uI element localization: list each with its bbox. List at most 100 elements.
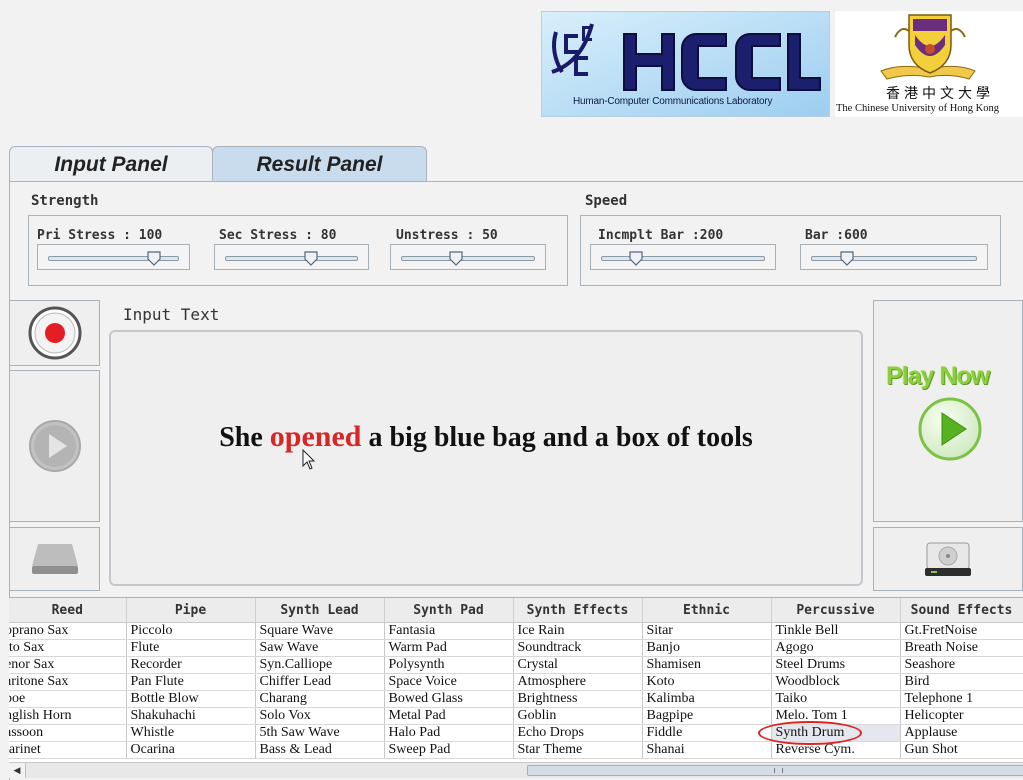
- tab-input-panel[interactable]: Input Panel: [9, 146, 213, 182]
- instrument-cell[interactable]: Seashore: [900, 656, 1023, 674]
- instrument-cell[interactable]: nglish Horn: [9, 707, 127, 725]
- slider-thumb-icon[interactable]: [839, 250, 855, 266]
- instrument-cell[interactable]: Halo Pad: [384, 724, 514, 742]
- column-header[interactable]: Synth Pad: [384, 598, 514, 623]
- table-row[interactable]: boeBottle BlowCharangBowed GlassBrightne…: [9, 690, 1023, 708]
- instrument-cell[interactable]: Piccolo: [126, 622, 256, 640]
- instrument-cell[interactable]: Bagpipe: [642, 707, 772, 725]
- table-row[interactable]: oprano Sax Piccolo Square Wave Fantasia Ice …: [9, 622, 1023, 640]
- instrument-cell[interactable]: Bass & Lead: [255, 741, 385, 759]
- column-header[interactable]: Synth Lead: [255, 598, 385, 623]
- instrument-cell[interactable]: Bottle Blow: [126, 690, 256, 708]
- instrument-cell[interactable]: Gun Shot: [900, 741, 1023, 759]
- column-header[interactable]: Reed: [9, 598, 127, 623]
- instrument-cell[interactable]: Breath Noise: [900, 639, 1023, 657]
- instrument-cell[interactable]: Koto: [642, 673, 772, 691]
- instrument-cell[interactable]: larinet: [9, 741, 127, 759]
- instrument-cell[interactable]: Tinkle Bell: [771, 622, 901, 640]
- instrument-cell[interactable]: Synth Drum: [771, 724, 901, 742]
- instrument-cell[interactable]: Shamisen: [642, 656, 772, 674]
- instrument-cell[interactable]: Bird: [900, 673, 1023, 691]
- instrument-cell[interactable]: oprano Sax: [9, 622, 127, 640]
- instrument-cell[interactable]: Sitar: [642, 622, 772, 640]
- slider-thumb-icon[interactable]: [448, 250, 464, 266]
- instrument-cell[interactable]: Syn.Calliope: [255, 656, 385, 674]
- instrument-cell[interactable]: Space Voice: [384, 673, 514, 691]
- scrollbar-thumb[interactable]: [527, 765, 1023, 776]
- column-header[interactable]: Pipe: [126, 598, 256, 623]
- instrument-cell[interactable]: Solo Vox: [255, 707, 385, 725]
- instrument-cell[interactable]: 5th Saw Wave: [255, 724, 385, 742]
- incomplete-bar-slider[interactable]: [590, 244, 776, 270]
- instrument-cell[interactable]: Banjo: [642, 639, 772, 657]
- pri-stress-slider[interactable]: [37, 244, 190, 270]
- instrument-cell[interactable]: Agogo: [771, 639, 901, 657]
- instrument-cell[interactable]: aritone Sax: [9, 673, 127, 691]
- table-row[interactable]: nglish Horn Shakuhachi Solo Vox Metal Pad Go…: [9, 707, 1023, 725]
- scroll-left-arrow-icon[interactable]: ◀: [9, 763, 26, 778]
- instrument-cell[interactable]: Atmosphere: [513, 673, 643, 691]
- input-text-area[interactable]: She opened a big blue bag and a box of t…: [109, 330, 863, 586]
- instrument-cell[interactable]: Warm Pad: [384, 639, 514, 657]
- instrument-cell[interactable]: Metal Pad: [384, 707, 514, 725]
- instrument-cell[interactable]: Gt.FretNoise: [900, 622, 1023, 640]
- instrument-cell[interactable]: Shakuhachi: [126, 707, 256, 725]
- instrument-cell[interactable]: Pan Flute: [126, 673, 256, 691]
- instrument-cell[interactable]: Saw Wave: [255, 639, 385, 657]
- instrument-cell[interactable]: Bowed Glass: [384, 690, 514, 708]
- table-row[interactable]: lto SaxFluteSaw WaveWarm PadSoundtrackBa…: [9, 639, 1023, 657]
- instrument-cell[interactable]: Star Theme: [513, 741, 643, 759]
- instrument-cell[interactable]: Crystal: [513, 656, 643, 674]
- table-row[interactable]: enor Sax Recorder Syn.Calliope Polysynth Cry…: [9, 656, 1023, 674]
- instrument-cell[interactable]: Shanai: [642, 741, 772, 759]
- instrument-cell[interactable]: Flute: [126, 639, 256, 657]
- instrument-cell[interactable]: Steel Drums: [771, 656, 901, 674]
- table-row[interactable]: aritone Sax Pan Flute Chiffer Lead Space Vo…: [9, 673, 1023, 691]
- instrument-cell[interactable]: Woodblock: [771, 673, 901, 691]
- column-header[interactable]: Ethnic: [642, 598, 772, 623]
- instrument-cell[interactable]: Brightness: [513, 690, 643, 708]
- column-header[interactable]: Sound Effects: [900, 598, 1023, 623]
- instrument-cell[interactable]: Applause: [900, 724, 1023, 742]
- instrument-cell[interactable]: Echo Drops: [513, 724, 643, 742]
- sec-stress-slider[interactable]: [214, 244, 369, 270]
- instrument-cell[interactable]: Helicopter: [900, 707, 1023, 725]
- horizontal-scrollbar[interactable]: ◀: [9, 762, 1023, 778]
- instrument-cell[interactable]: Melo. Tom 1: [771, 707, 901, 725]
- instrument-cell[interactable]: Square Wave: [255, 622, 385, 640]
- play-button[interactable]: [9, 370, 100, 522]
- tab-result-panel[interactable]: Result Panel: [212, 146, 427, 182]
- save-file-button[interactable]: [873, 527, 1023, 591]
- instrument-cell[interactable]: Taiko: [771, 690, 901, 708]
- instrument-cell[interactable]: Fiddle: [642, 724, 772, 742]
- instrument-cell[interactable]: boe: [9, 690, 127, 708]
- instrument-cell[interactable]: assoon: [9, 724, 127, 742]
- instrument-cell[interactable]: Ice Rain: [513, 622, 643, 640]
- column-header[interactable]: Percussive: [771, 598, 901, 623]
- instrument-cell[interactable]: Telephone 1: [900, 690, 1023, 708]
- table-row[interactable]: larinetOcarinaBass & LeadSweep PadStar T…: [9, 741, 1023, 759]
- bar-slider[interactable]: [800, 244, 988, 270]
- instrument-cell[interactable]: Kalimba: [642, 690, 772, 708]
- instrument-cell[interactable]: Goblin: [513, 707, 643, 725]
- instrument-cell[interactable]: Sweep Pad: [384, 741, 514, 759]
- unstress-slider[interactable]: [390, 244, 546, 270]
- instrument-cell[interactable]: Recorder: [126, 656, 256, 674]
- instrument-cell[interactable]: Fantasia: [384, 622, 514, 640]
- instrument-cell[interactable]: Reverse Cym.: [771, 741, 901, 759]
- instrument-cell[interactable]: Polysynth: [384, 656, 514, 674]
- instrument-cell[interactable]: Soundtrack: [513, 639, 643, 657]
- column-header[interactable]: Synth Effects: [513, 598, 643, 623]
- slider-thumb-icon[interactable]: [303, 250, 319, 266]
- instrument-cell[interactable]: Whistle: [126, 724, 256, 742]
- instrument-cell[interactable]: lto Sax: [9, 639, 127, 657]
- instrument-cell[interactable]: Chiffer Lead: [255, 673, 385, 691]
- slider-thumb-icon[interactable]: [146, 250, 162, 266]
- instrument-cell[interactable]: enor Sax: [9, 656, 127, 674]
- table-row[interactable]: assoonWhistle5th Saw WaveHalo PadEcho Dr…: [9, 724, 1023, 742]
- slider-thumb-icon[interactable]: [628, 250, 644, 266]
- play-now-button[interactable]: [873, 300, 1023, 522]
- instrument-cell[interactable]: Ocarina: [126, 741, 256, 759]
- open-file-button[interactable]: [9, 527, 100, 591]
- instrument-cell[interactable]: Charang: [255, 690, 385, 708]
